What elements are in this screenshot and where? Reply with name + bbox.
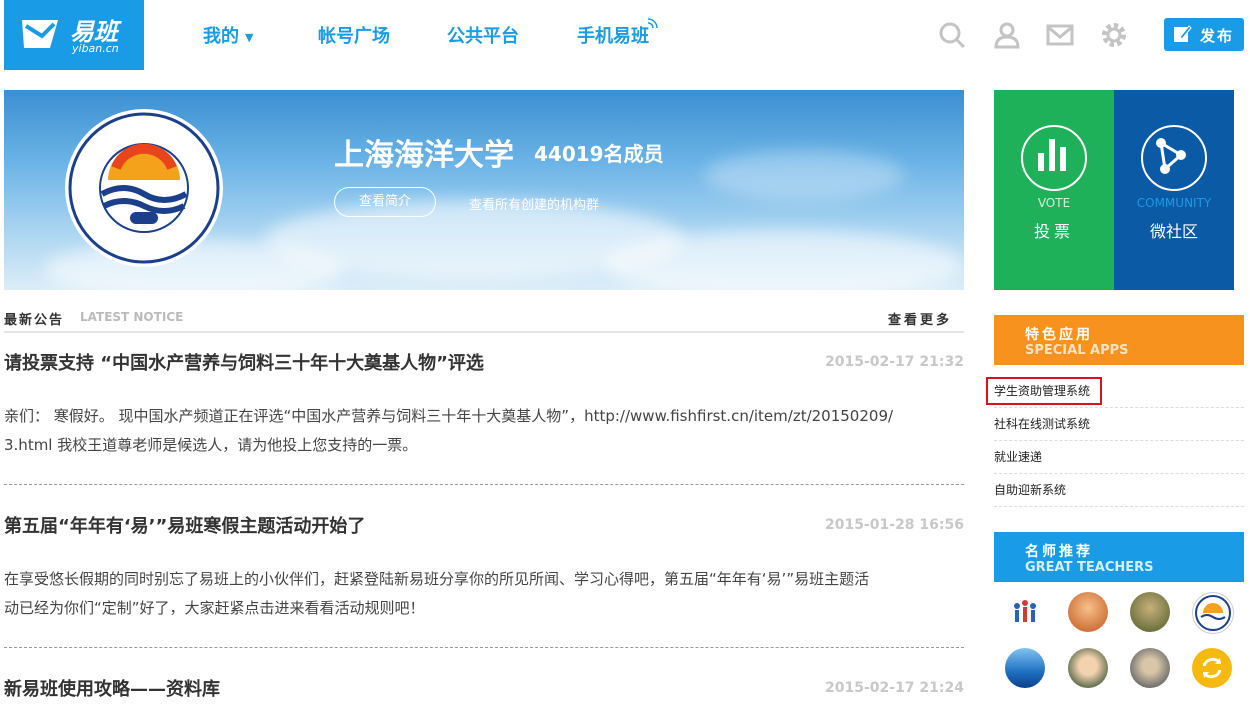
divider (4, 647, 964, 648)
special-apps-title-en: SPECIAL APPS (1025, 343, 1129, 358)
post-body-2-line2: 动已经为你们“定制”好了，大家赶紧点击进来看看活动规则吧！ (4, 599, 425, 617)
share-nodes-icon (1141, 125, 1207, 191)
yiban-logo[interactable]: 易班 yiban.cn (4, 0, 144, 70)
post-title-3[interactable]: 新易班使用攻略——资料库 (4, 675, 220, 701)
teacher-avatar[interactable] (1130, 592, 1170, 632)
logo-text-en: yiban.cn (72, 42, 119, 55)
app-employment-express[interactable]: 就业速递 (994, 441, 1244, 474)
community-tile[interactable]: COMMUNITY 微社区 (1114, 90, 1234, 290)
divider (4, 484, 964, 485)
university-seal-icon (1195, 595, 1231, 631)
university-name: 上海海洋大学 (334, 138, 514, 173)
notice-section-header: 最新公告 LATEST NOTICE 查看更多 (4, 307, 964, 333)
user-icon[interactable] (992, 20, 1022, 50)
vote-label-cn: 投票 (1033, 222, 1074, 241)
member-count: 44019名成员 (534, 142, 664, 166)
people-group-icon (1014, 600, 1036, 622)
app-social-science-test[interactable]: 社科在线测试系统 (994, 408, 1244, 441)
community-label-cn: 微社区 (1149, 222, 1198, 241)
teacher-avatar[interactable] (1068, 592, 1108, 632)
special-apps-header: 特色应用 SPECIAL APPS (994, 315, 1244, 365)
teacher-avatar[interactable] (1192, 592, 1234, 634)
university-seal-icon (65, 109, 223, 267)
publish-button[interactable]: 发布 (1164, 18, 1244, 51)
post-body-2: 在享受悠长假期的同时别忘了易班上的小伙伴们，赶紧登陆新易班分享你的所见所闻、学习… (4, 565, 964, 623)
post-date-3: 2015-02-17 21:24 (825, 680, 964, 696)
teacher-avatar[interactable] (1130, 648, 1170, 688)
teacher-avatar[interactable] (1005, 592, 1045, 632)
refresh-button[interactable] (1192, 648, 1232, 688)
vote-label-en: VOTE (1037, 196, 1071, 210)
nav-mine-label: 我的 (203, 26, 239, 47)
great-teachers-title-cn: 名师推荐 (1025, 544, 1093, 560)
view-intro-button[interactable]: 查看简介 (334, 187, 436, 217)
notice-title-en: LATEST NOTICE (80, 310, 184, 324)
nav-account-square[interactable]: 帐号广场 (318, 22, 390, 48)
edit-icon (1174, 25, 1192, 42)
post-body-2-line1: 在享受悠长假期的同时别忘了易班上的小伙伴们，赶紧登陆新易班分享你的所见所闻、学习… (4, 570, 870, 588)
view-more-link[interactable]: 查看更多 (888, 309, 952, 328)
community-label-en: COMMUNITY (1136, 196, 1212, 210)
nav-public-platform[interactable]: 公共平台 (447, 22, 519, 48)
post-title-1[interactable]: 请投票支持 “中国水产营养与饲料三十年十大奠基人物”评选 (4, 349, 484, 375)
great-teachers-header: 名师推荐 GREAT TEACHERS (994, 532, 1244, 582)
nav-mobile-yiban[interactable]: 手机易班 (577, 18, 658, 48)
post-date-1: 2015-02-17 21:32 (825, 354, 964, 370)
app-self-service-enrollment[interactable]: 自助迎新系统 (994, 474, 1244, 507)
university-banner: 上海海洋大学 44019名成员 查看简介 查看所有创建的机构群 (4, 90, 964, 290)
teacher-avatar[interactable] (1005, 648, 1045, 688)
post-title-2[interactable]: 第五届“年年有‘易’”易班寒假主题活动开始了 (4, 512, 365, 538)
publish-label: 发布 (1200, 27, 1235, 45)
bar-chart-icon (1021, 125, 1087, 191)
notice-title-cn: 最新公告 (4, 313, 65, 328)
gear-icon[interactable] (1099, 20, 1129, 50)
vote-tile[interactable]: VOTE 投票 (994, 90, 1114, 290)
nav-mine[interactable]: 我的 ▼ (203, 22, 253, 48)
app-student-aid[interactable]: 学生资助管理系统 (986, 375, 1244, 408)
search-icon[interactable] (937, 20, 967, 50)
app-student-aid-label: 学生资助管理系统 (986, 377, 1103, 405)
nav-mobile-label: 手机易班 (577, 26, 649, 47)
post-body-1-line2: 3.html 我校王道尊老师是候选人，请为他投上您支持的一票。 (4, 436, 418, 454)
great-teachers-title-en: GREAT TEACHERS (1025, 560, 1154, 575)
post-date-2: 2015-01-28 16:56 (825, 517, 964, 533)
mail-icon[interactable] (1045, 20, 1075, 50)
caret-down-icon: ▼ (245, 30, 254, 44)
refresh-icon (1202, 657, 1222, 679)
special-apps-title-cn: 特色应用 (1025, 327, 1093, 343)
post-body-1-line1: 亲们： 寒假好。 现中国水产频道正在评选“中国水产营养与饲料三十年十大奠基人物”… (4, 407, 894, 425)
teacher-avatar[interactable] (1068, 648, 1108, 688)
post-body-1: 亲们： 寒假好。 现中国水产频道正在评选“中国水产营养与饲料三十年十大奠基人物”… (4, 402, 964, 460)
view-all-orgs-link[interactable]: 查看所有创建的机构群 (469, 194, 599, 213)
logo-icon (22, 20, 58, 48)
wifi-signal-icon (647, 18, 658, 29)
